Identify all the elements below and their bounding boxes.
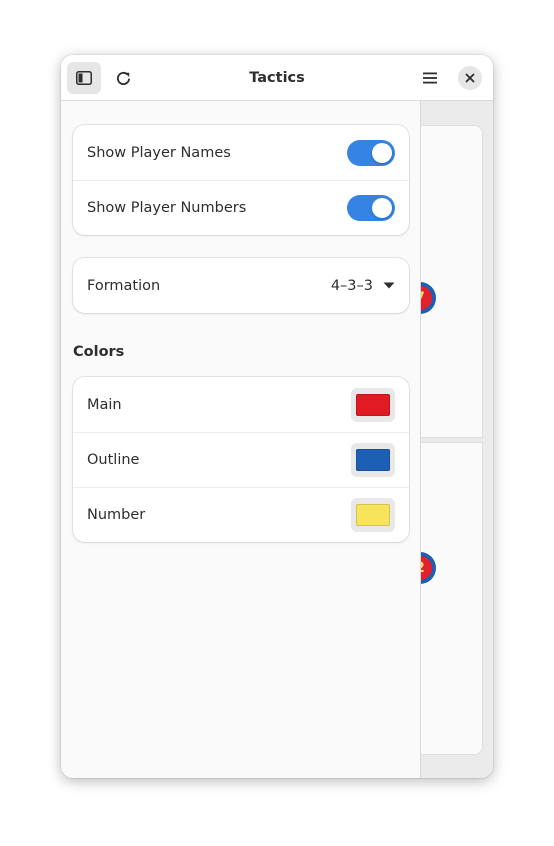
color-label-outline: Outline (87, 452, 140, 468)
close-icon (465, 73, 475, 83)
dropdown-arrow-icon (383, 282, 395, 289)
main-menu-button[interactable] (413, 62, 447, 94)
sidebar-toggle-button[interactable] (67, 62, 101, 94)
switch-knob (372, 142, 392, 163)
hamburger-menu-icon (423, 72, 437, 84)
close-button[interactable] (458, 66, 482, 90)
show-player-numbers-label: Show Player Numbers (87, 200, 247, 216)
show-player-names-label: Show Player Names (87, 144, 231, 161)
display-options-card: Show Player Names Show Player Numbers (73, 125, 409, 235)
formation-label: Formation (87, 277, 161, 294)
color-row-main[interactable]: Main (73, 377, 409, 432)
color-row-outline[interactable]: Outline (73, 432, 409, 487)
number-color-button[interactable] (351, 498, 395, 532)
color-row-number[interactable]: Number (73, 487, 409, 542)
header-bar: Tactics (61, 55, 493, 101)
formation-value: 4–3–3 (330, 277, 373, 294)
colors-section-title: Colors (73, 344, 125, 360)
color-swatch-outline (356, 449, 390, 471)
reload-button[interactable] (106, 62, 140, 94)
main-color-button[interactable] (351, 387, 395, 422)
formation-row[interactable]: Formation 4–3–3 (73, 258, 409, 313)
sidebar-toggle-icon (76, 71, 92, 85)
app-window: 7 ondo 2 ille Tactics (61, 55, 493, 778)
colors-card: Main Outline Number (73, 377, 409, 542)
show-player-numbers-switch[interactable] (347, 195, 395, 221)
color-swatch-number (356, 504, 390, 526)
switch-knob (372, 198, 392, 218)
formation-dropdown[interactable]: 4–3–3 (331, 278, 395, 294)
sidebar: Show Player Names Show Player Numbers Fo… (61, 101, 421, 778)
color-label-main: Main (87, 396, 122, 413)
reload-icon (116, 71, 130, 85)
formation-card: Formation 4–3–3 (73, 258, 409, 313)
outline-color-button[interactable] (351, 443, 395, 477)
show-player-names-row[interactable]: Show Player Names (73, 125, 409, 180)
color-label-number: Number (87, 507, 146, 523)
show-player-names-switch[interactable] (347, 139, 395, 166)
color-swatch-main (356, 393, 390, 416)
show-player-numbers-row[interactable]: Show Player Numbers (73, 180, 409, 235)
